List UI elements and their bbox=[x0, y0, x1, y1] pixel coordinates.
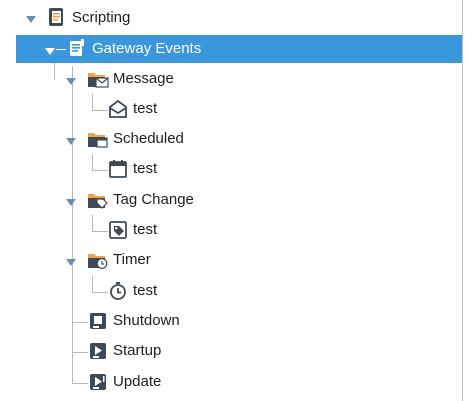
tree-item-label: Message bbox=[113, 70, 174, 87]
tree-item-label: test bbox=[133, 221, 158, 238]
tree-item-scheduled-test[interactable]: test bbox=[0, 155, 462, 183]
project-tree: Scripting Gateway Events Message test Sc… bbox=[0, 0, 474, 401]
calendar-icon bbox=[108, 159, 128, 179]
expand-toggle-icon[interactable] bbox=[65, 135, 77, 147]
tree-item-timer-test[interactable]: test bbox=[0, 277, 462, 305]
tree-item-message-test[interactable]: test bbox=[0, 95, 462, 123]
tag-icon bbox=[108, 220, 128, 240]
tree-item-label: test bbox=[133, 100, 158, 117]
expand-toggle-icon[interactable] bbox=[65, 196, 77, 208]
gateway-events-icon bbox=[68, 38, 88, 58]
tree-item-startup[interactable]: Startup bbox=[0, 337, 462, 365]
folder-timer-icon bbox=[87, 250, 108, 270]
script-doc-icon bbox=[46, 7, 66, 27]
update-script-icon bbox=[88, 372, 108, 392]
tree-item-gateway-events[interactable]: Gateway Events bbox=[16, 35, 462, 63]
tree-item-tag-change[interactable]: Tag Change bbox=[0, 186, 462, 214]
tree-item-scripting[interactable]: Scripting bbox=[0, 4, 462, 32]
tree-item-shutdown[interactable]: Shutdown bbox=[0, 307, 462, 335]
tree-item-label: Scheduled bbox=[113, 130, 184, 147]
envelope-icon bbox=[108, 99, 128, 119]
folder-message-icon bbox=[87, 69, 109, 89]
tree-item-label: Timer bbox=[113, 251, 151, 268]
tree-border bbox=[462, 0, 463, 401]
tree-item-label: Scripting bbox=[72, 9, 131, 26]
tree-item-label: Startup bbox=[113, 342, 162, 359]
expand-toggle-icon[interactable] bbox=[65, 256, 77, 268]
tree-item-scheduled[interactable]: Scheduled bbox=[0, 125, 462, 153]
tree-item-label: Update bbox=[113, 373, 162, 390]
folder-tag-icon bbox=[87, 190, 108, 210]
expand-toggle-icon[interactable] bbox=[25, 13, 37, 25]
tree-item-label: Gateway Events bbox=[92, 40, 202, 57]
tree-item-label: test bbox=[133, 282, 158, 299]
folder-scheduled-icon bbox=[87, 129, 108, 149]
stopwatch-icon bbox=[108, 281, 128, 301]
tree-item-label: test bbox=[133, 160, 158, 177]
tree-item-update[interactable]: Update bbox=[0, 368, 462, 396]
tree-item-timer[interactable]: Timer bbox=[0, 246, 462, 274]
expand-toggle-icon[interactable] bbox=[44, 45, 56, 57]
tree-item-message[interactable]: Message bbox=[0, 65, 462, 93]
tree-item-tag-change-test[interactable]: test bbox=[0, 216, 462, 244]
tree-item-label: Tag Change bbox=[113, 191, 194, 208]
tree-guide bbox=[56, 49, 66, 50]
tree-item-label: Shutdown bbox=[113, 312, 180, 329]
startup-script-icon bbox=[88, 341, 108, 361]
expand-toggle-icon[interactable] bbox=[65, 75, 77, 87]
shutdown-script-icon bbox=[88, 311, 108, 331]
